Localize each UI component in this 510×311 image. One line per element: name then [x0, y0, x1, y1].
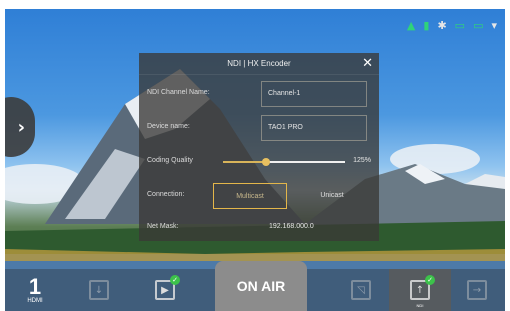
device-name-row: Device name: TAO1 PRO — [139, 113, 379, 141]
unicast-option[interactable]: Unicast — [295, 183, 369, 209]
on-air-label: ON AIR — [236, 278, 286, 294]
ndi-upload-icon: ↑ ✓ — [410, 275, 435, 300]
export-icon: → — [467, 280, 487, 300]
coding-quality-row: Coding Quality 125% — [139, 147, 379, 175]
wifi-icon: ▾ — [491, 19, 497, 32]
panel-header: NDI | HX Encoder ✕ — [139, 53, 379, 75]
close-icon[interactable]: ✕ — [362, 57, 373, 71]
cast-button[interactable]: ◹ — [339, 269, 383, 311]
chevron-right-icon: › — [17, 116, 25, 138]
device-name-label: Device name: — [147, 123, 190, 130]
cast-icon: ◹ — [351, 280, 371, 300]
device-screen: ▲ ▮ ✱ ▭ ▭ ▾ › NDI | HX Encoder ✕ NDI Cha… — [5, 9, 505, 311]
ndi-label: NDI — [416, 303, 424, 308]
battery-icon: ▭ — [473, 19, 484, 32]
bluetooth-icon: ✱ — [437, 19, 447, 32]
multicast-option[interactable]: Multicast — [213, 183, 287, 209]
channel-name-field[interactable]: Channel-1 — [261, 81, 367, 107]
sd-card-icon: ▮ — [423, 19, 430, 32]
connection-row: Connection: Multicast Unicast — [139, 181, 379, 209]
storage-icon: ▭ — [454, 19, 466, 32]
net-mask-label: Net Mask: — [147, 223, 179, 230]
panel-title: NDI | HX Encoder — [227, 59, 291, 68]
net-mask-value: 192.168.000.0 — [269, 223, 314, 230]
check-badge-icon: ✓ — [425, 275, 435, 285]
coding-quality-label: Coding Quality — [147, 157, 193, 164]
net-mask-row: Net Mask: 192.168.000.0 — [139, 213, 379, 241]
channel-name-label: NDI Channel Name: — [147, 89, 210, 96]
slider-fill — [223, 161, 266, 163]
status-bar: ▲ ▮ ✱ ▭ ▭ ▾ — [407, 19, 497, 33]
on-air-button[interactable]: ON AIR — [215, 261, 307, 311]
device-name-field[interactable]: TAO1 PRO — [261, 115, 367, 141]
ndi-button[interactable]: ↑ ✓ NDI — [389, 269, 451, 311]
hdmi-input-button[interactable]: 1 HDMI — [13, 269, 57, 311]
connection-label: Connection: — [147, 191, 185, 198]
playback-button[interactable]: ▶ ✓ — [143, 269, 187, 311]
check-badge-icon: ✓ — [170, 275, 180, 285]
export-button[interactable]: → — [455, 269, 499, 311]
coding-quality-slider[interactable] — [223, 158, 345, 166]
hdmi-number: 1 — [28, 274, 42, 299]
hdmi-label: HDMI — [27, 298, 43, 304]
channel-name-row: NDI Channel Name: Channel-1 — [139, 79, 379, 107]
download-icon: ↓ — [89, 280, 109, 300]
ndi-encoder-panel: NDI | HX Encoder ✕ NDI Channel Name: Cha… — [139, 53, 379, 241]
record-button[interactable]: ↓ — [77, 269, 121, 311]
slider-handle[interactable] — [261, 158, 270, 166]
play-icon: ▶ ✓ — [155, 275, 180, 300]
coding-quality-value: 125% — [353, 157, 371, 164]
android-icon: ▲ — [406, 19, 416, 32]
